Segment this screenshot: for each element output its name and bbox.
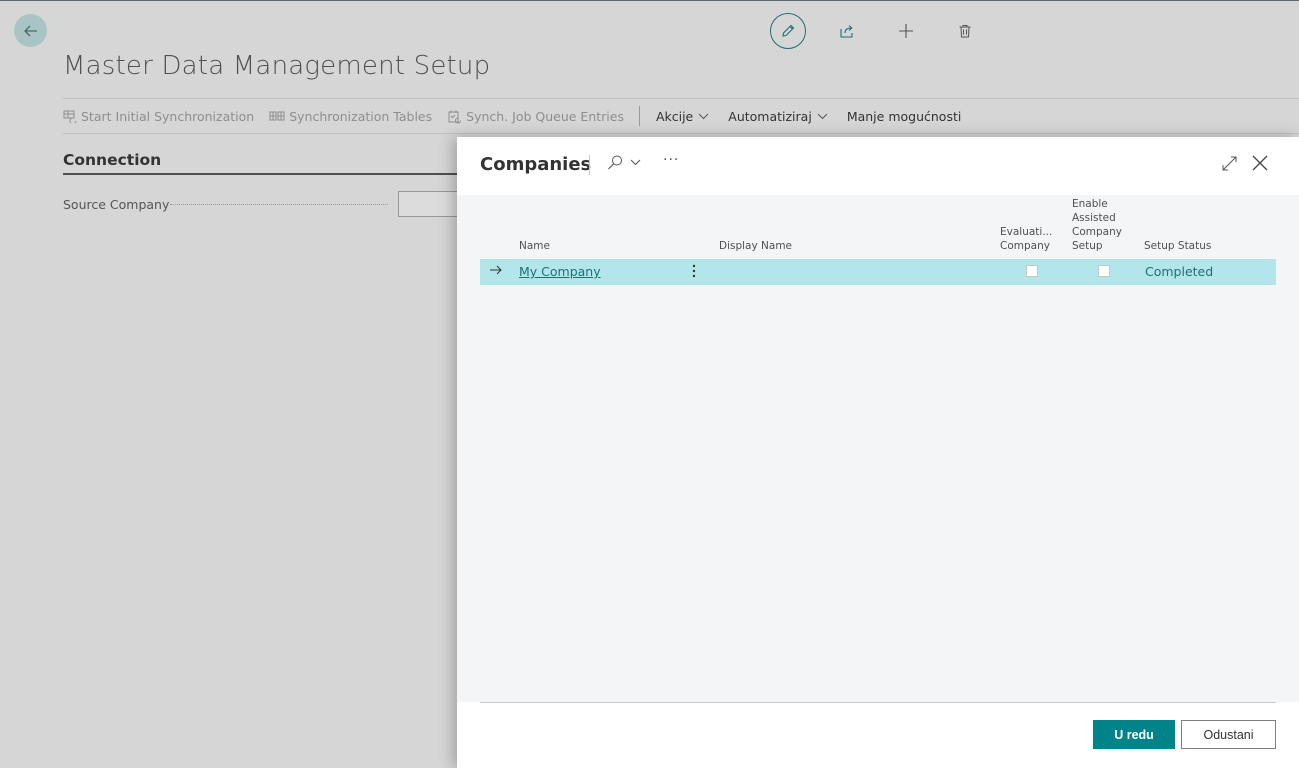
- vertical-dots-icon[interactable]: [687, 263, 701, 279]
- share-icon: [840, 25, 853, 38]
- search-icon: [608, 155, 622, 170]
- back-button[interactable]: [14, 14, 47, 47]
- sync-job-queue-label: Synch. Job Queue Entries: [466, 108, 624, 124]
- evaluation-company-checkbox[interactable]: [1026, 265, 1038, 277]
- column-header-line: Company: [1000, 240, 1050, 252]
- column-header-line: Assisted: [1072, 212, 1116, 224]
- automatiziraj-menu[interactable]: Automatiziraj: [728, 109, 832, 124]
- sync-tables-action[interactable]: Synchronization Tables: [269, 109, 432, 124]
- expand-icon: [1222, 156, 1237, 171]
- column-header-setup-status[interactable]: Setup Status: [1144, 239, 1211, 253]
- column-header-evaluation-company[interactable]: Evaluati... Company: [1000, 225, 1052, 253]
- plus-icon: [899, 24, 913, 38]
- column-header-line: Company: [1072, 226, 1122, 238]
- assisted-setup-checkbox[interactable]: [1098, 265, 1110, 277]
- column-header-line: Setup: [1072, 240, 1103, 252]
- close-icon: [1252, 155, 1268, 171]
- pencil-icon: [782, 24, 795, 37]
- company-name-link[interactable]: My Company: [519, 264, 601, 279]
- column-header-line: Evaluati...: [1000, 226, 1053, 238]
- share-button[interactable]: [829, 13, 865, 49]
- action-separator: [638, 106, 640, 126]
- sync-tables-label: Synchronization Tables: [289, 108, 433, 124]
- chevron-down-icon: [630, 159, 641, 166]
- akcije-label: Akcije: [655, 108, 694, 124]
- setup-status-cell: Completed: [1145, 264, 1214, 279]
- edit-button[interactable]: [770, 13, 806, 49]
- field-leader-dots: [170, 204, 388, 205]
- automatiziraj-label: Automatiziraj: [728, 108, 812, 124]
- column-header-name[interactable]: Name: [519, 239, 550, 253]
- job-queue-icon: [448, 110, 462, 123]
- start-initial-sync-action[interactable]: Start Initial Synchronization: [63, 109, 254, 124]
- column-header-assisted-setup[interactable]: Enable Assisted Company Setup: [1072, 197, 1122, 253]
- delete-button[interactable]: [947, 13, 983, 49]
- arrow-right-icon: [490, 265, 502, 275]
- chevron-down-icon: [698, 113, 709, 119]
- start-initial-sync-label: Start Initial Synchronization: [81, 108, 255, 124]
- column-header-line: Enable: [1072, 198, 1108, 210]
- page-title: Master Data Management Setup: [63, 51, 491, 81]
- dialog-title: Companies: [480, 154, 592, 175]
- companies-dialog: Companies ··· Name Display Name Evaluati…: [457, 137, 1299, 768]
- top-actions: [770, 13, 1006, 49]
- ok-button[interactable]: U redu: [1093, 720, 1175, 749]
- new-button[interactable]: [888, 13, 924, 49]
- search-button[interactable]: [607, 154, 641, 171]
- tables-icon: [269, 111, 285, 121]
- grid-header: Name Display Name Evaluati... Company En…: [480, 195, 1276, 259]
- fewer-options-action[interactable]: Manje mogućnosti: [847, 109, 962, 124]
- source-company-label: Source Company: [63, 197, 170, 212]
- akcije-menu[interactable]: Akcije: [656, 109, 713, 124]
- sync-job-queue-action[interactable]: Synch. Job Queue Entries: [447, 109, 624, 124]
- footer-divider: [480, 702, 1276, 703]
- arrow-left-icon: [23, 25, 37, 36]
- column-header-display-name[interactable]: Display Name: [719, 239, 792, 253]
- companies-list: Name Display Name Evaluati... Company En…: [457, 195, 1299, 702]
- cancel-button[interactable]: Odustani: [1181, 720, 1276, 749]
- action-bar: Start Initial Synchronization Synchroniz…: [63, 98, 1299, 134]
- table-row[interactable]: My Company Completed: [480, 259, 1276, 285]
- chevron-down-icon: [817, 113, 828, 119]
- fewer-options-label: Manje mogućnosti: [846, 108, 962, 124]
- close-button[interactable]: [1251, 154, 1269, 176]
- more-options-button[interactable]: ···: [663, 152, 679, 168]
- section-title-connection[interactable]: Connection: [63, 151, 161, 169]
- title-separator: [589, 155, 590, 175]
- section-underline: [63, 173, 463, 175]
- sync-table-icon: [63, 110, 77, 123]
- dialog-header: Companies ···: [457, 137, 1299, 195]
- trash-icon: [959, 25, 971, 38]
- expand-button[interactable]: [1221, 155, 1238, 176]
